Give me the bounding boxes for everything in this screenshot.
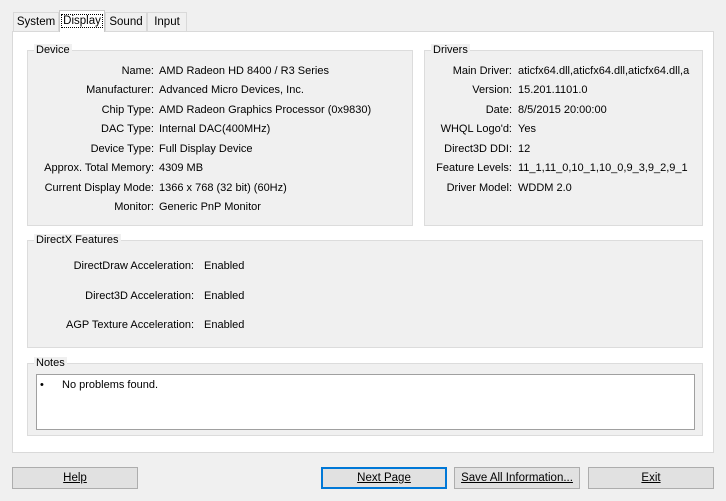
display-tab-panel: Device Name: AMD Radeon HD 8400 / R3 Ser…: [12, 31, 714, 453]
drivers-value: 11_1,11_0,10_1,10_0,9_3,9_2,9_1: [518, 162, 688, 174]
help-button-label: Help: [63, 472, 87, 484]
device-row-display-mode: Current Display Mode: 1366 x 768 (32 bit…: [28, 181, 414, 195]
drivers-label: Version:: [472, 84, 512, 96]
drivers-label: Feature Levels:: [436, 162, 512, 174]
tab-sound-label: Sound: [109, 16, 143, 28]
drivers-group: Drivers Main Driver: aticfx64.dll,aticfx…: [424, 44, 704, 226]
drivers-label: Main Driver:: [452, 65, 512, 77]
notes-item: • No problems found.: [40, 378, 680, 392]
directx-label: Direct3D Acceleration:: [85, 290, 194, 302]
directx-value: Enabled: [204, 319, 245, 331]
device-value: 1366 x 768 (32 bit) (60Hz): [159, 182, 287, 194]
exit-button[interactable]: Exit: [588, 467, 714, 489]
tab-input[interactable]: Input: [147, 12, 187, 31]
device-value: AMD Radeon HD 8400 / R3 Series: [159, 65, 329, 77]
drivers-label: Direct3D DDI:: [444, 143, 512, 155]
notes-textbox[interactable]: • No problems found.: [36, 374, 695, 430]
device-label: Monitor:: [114, 201, 154, 213]
tab-sound[interactable]: Sound: [105, 12, 147, 31]
device-label: Chip Type:: [101, 104, 154, 116]
drivers-value: 8/5/2015 20:00:00: [518, 104, 607, 116]
tab-system[interactable]: System: [13, 12, 59, 31]
drivers-row-main-driver: Main Driver: aticfx64.dll,aticfx64.dll,a…: [425, 64, 704, 78]
device-value: Generic PnP Monitor: [159, 201, 261, 213]
drivers-row-version: Version: 15.201.1101.0: [425, 83, 704, 97]
drivers-value: WDDM 2.0: [518, 182, 572, 194]
device-value: AMD Radeon Graphics Processor (0x9830): [159, 104, 372, 116]
device-group: Device Name: AMD Radeon HD 8400 / R3 Ser…: [27, 44, 414, 226]
drivers-row-date: Date: 8/5/2015 20:00:00: [425, 103, 704, 117]
device-row-memory: Approx. Total Memory: 4309 MB: [28, 161, 414, 175]
device-row-chip-type: Chip Type: AMD Radeon Graphics Processor…: [28, 103, 414, 117]
drivers-value: 15.201.1101.0: [518, 84, 588, 96]
directx-label: AGP Texture Acceleration:: [66, 319, 194, 331]
directx-row-directdraw: DirectDraw Acceleration: Enabled: [28, 259, 704, 273]
device-row-manufacturer: Manufacturer: Advanced Micro Devices, In…: [28, 83, 414, 97]
notes-item-text: No problems found.: [62, 379, 158, 391]
next-page-button[interactable]: Next Page: [321, 467, 447, 489]
directx-value: Enabled: [204, 290, 245, 302]
drivers-label: Date:: [485, 104, 512, 116]
directx-group-title: DirectX Features: [34, 234, 121, 246]
device-label: Approx. Total Memory:: [44, 162, 154, 174]
device-row-device-type: Device Type: Full Display Device: [28, 142, 414, 156]
tab-display[interactable]: Display: [59, 10, 105, 32]
help-button[interactable]: Help: [12, 467, 138, 489]
next-page-button-label: Next Page: [357, 472, 411, 484]
save-all-information-button[interactable]: Save All Information...: [454, 467, 580, 489]
drivers-group-title: Drivers: [431, 44, 470, 56]
directx-features-group: DirectX Features DirectDraw Acceleration…: [27, 234, 704, 348]
device-row-name: Name: AMD Radeon HD 8400 / R3 Series: [28, 64, 414, 78]
tab-input-label: Input: [154, 16, 180, 28]
tab-display-label: Display: [61, 14, 103, 28]
device-row-monitor: Monitor: Generic PnP Monitor: [28, 200, 414, 214]
device-label: Manufacturer:: [86, 84, 154, 96]
exit-button-label: Exit: [641, 472, 661, 484]
drivers-row-driver-model: Driver Model: WDDM 2.0: [425, 181, 704, 195]
device-label: Current Display Mode:: [44, 182, 154, 194]
device-label: Name:: [121, 65, 154, 77]
notes-group-title: Notes: [34, 357, 67, 369]
drivers-value: 12: [518, 143, 531, 155]
device-value: Advanced Micro Devices, Inc.: [159, 84, 304, 96]
device-row-dac-type: DAC Type: Internal DAC(400MHz): [28, 122, 414, 136]
device-value: Full Display Device: [159, 143, 253, 155]
device-label: Device Type:: [90, 143, 154, 155]
save-all-button-label: Save All Information...: [461, 472, 573, 484]
tab-system-label: System: [16, 16, 56, 28]
directx-row-direct3d: Direct3D Acceleration: Enabled: [28, 289, 704, 303]
drivers-row-whql: WHQL Logo'd: Yes: [425, 122, 704, 136]
drivers-value: aticfx64.dll,aticfx64.dll,aticfx64.dll,a: [518, 65, 690, 77]
drivers-label: WHQL Logo'd:: [440, 123, 512, 135]
device-group-title: Device: [34, 44, 72, 56]
bullet-icon: •: [40, 379, 44, 391]
directx-row-agp: AGP Texture Acceleration: Enabled: [28, 318, 704, 332]
device-value: 4309 MB: [159, 162, 204, 174]
device-value: Internal DAC(400MHz): [159, 123, 271, 135]
directx-label: DirectDraw Acceleration:: [73, 260, 194, 272]
drivers-row-ddi: Direct3D DDI: 12: [425, 142, 704, 156]
notes-group: Notes • No problems found.: [27, 357, 703, 436]
drivers-label: Driver Model:: [446, 182, 512, 194]
drivers-row-feature-levels: Feature Levels: 11_1,11_0,10_1,10_0,9_3,…: [425, 161, 704, 175]
directx-value: Enabled: [204, 260, 245, 272]
device-label: DAC Type:: [101, 123, 154, 135]
drivers-value: Yes: [518, 123, 536, 135]
